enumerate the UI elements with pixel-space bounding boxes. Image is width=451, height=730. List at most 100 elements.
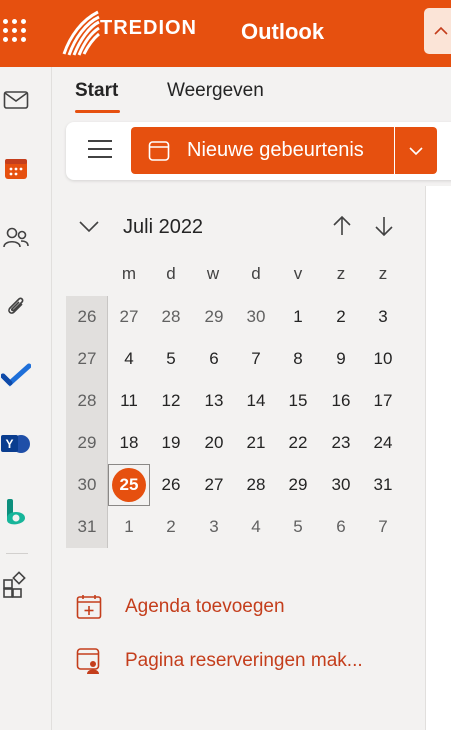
rail-item-people[interactable] xyxy=(0,217,32,257)
header-action-button[interactable] xyxy=(424,8,451,54)
day-cell[interactable]: 9 xyxy=(320,338,362,380)
chevron-up-icon xyxy=(434,26,448,35)
day-cell[interactable]: 28 xyxy=(150,296,192,338)
rail-item-more-apps[interactable] xyxy=(0,565,32,605)
app-title[interactable]: Outlook xyxy=(241,19,324,45)
weekday-label: w xyxy=(206,264,220,283)
bookings-icon xyxy=(7,499,25,525)
todo-icon xyxy=(1,363,31,387)
day-cell[interactable]: 27 xyxy=(193,464,235,506)
day-cell[interactable]: 13 xyxy=(193,380,235,422)
day-cell[interactable]: 23 xyxy=(320,422,362,464)
day-cell[interactable]: 14 xyxy=(235,380,277,422)
weekday-label: d xyxy=(251,264,261,283)
day-cell[interactable]: 11 xyxy=(108,380,150,422)
day-cell[interactable]: 22 xyxy=(277,422,319,464)
tab-weergeven[interactable]: Weergeven xyxy=(167,80,264,102)
day-cell[interactable]: 31 xyxy=(362,464,404,506)
calendar-icon xyxy=(148,140,170,162)
left-rail: Y xyxy=(0,67,52,730)
day-cell[interactable]: 24 xyxy=(362,422,404,464)
day-cell[interactable]: 2 xyxy=(320,296,362,338)
new-event-dropdown-button[interactable] xyxy=(395,127,437,174)
calendar-person-icon xyxy=(75,647,103,675)
add-calendar-link[interactable]: Agenda toevoegen xyxy=(75,593,285,621)
paperclip-icon xyxy=(8,297,24,314)
previous-month-icon[interactable] xyxy=(331,214,353,238)
day-cell[interactable]: 29 xyxy=(193,296,235,338)
day-cell[interactable]: 1 xyxy=(277,296,319,338)
day-cell[interactable]: 18 xyxy=(108,422,150,464)
rail-item-calendar[interactable] xyxy=(0,149,32,189)
next-month-icon[interactable] xyxy=(373,214,395,238)
day-cell[interactable]: 1 xyxy=(108,506,150,548)
day-cell[interactable]: 30 xyxy=(320,464,362,506)
day-cell[interactable]: 19 xyxy=(150,422,192,464)
day-cell[interactable]: 21 xyxy=(235,422,277,464)
collapse-chevron-icon[interactable] xyxy=(78,216,100,236)
day-cell[interactable]: 17 xyxy=(362,380,404,422)
week-number: 28 xyxy=(77,391,97,410)
new-event-label: Nieuwe gebeurtenis xyxy=(187,139,364,161)
calendar-week-row: 28 11 12 13 14 15 16 17 xyxy=(66,380,426,422)
more-apps-icon xyxy=(3,571,26,598)
day-cell[interactable]: 10 xyxy=(362,338,404,380)
day-cell[interactable]: 15 xyxy=(277,380,319,422)
chevron-down-icon xyxy=(409,146,423,155)
day-cell[interactable]: 7 xyxy=(362,506,404,548)
tab-start-underline xyxy=(75,110,120,113)
today-indicator: 25 xyxy=(112,468,146,502)
week-number: 29 xyxy=(77,433,97,452)
weekday-label: z xyxy=(336,264,346,283)
day-cell[interactable]: 30 xyxy=(235,296,277,338)
day-cell-today[interactable]: 25 xyxy=(108,464,150,506)
calendar-week-row: 26 27 28 29 30 1 2 3 xyxy=(66,296,426,338)
top-header: TREDION Outlook xyxy=(0,0,451,67)
day-cell[interactable]: 3 xyxy=(362,296,404,338)
week-number: 31 xyxy=(77,517,97,536)
day-cell[interactable]: 12 xyxy=(150,380,192,422)
calendar-week-row: 31 1 2 3 4 5 6 7 xyxy=(66,506,426,548)
rail-item-mail[interactable] xyxy=(0,80,32,120)
day-cell[interactable]: 29 xyxy=(277,464,319,506)
day-cell[interactable]: 8 xyxy=(277,338,319,380)
day-cell[interactable]: 28 xyxy=(235,464,277,506)
week-number: 27 xyxy=(77,349,97,368)
day-cell[interactable]: 4 xyxy=(235,506,277,548)
rail-item-todo[interactable] xyxy=(0,355,32,395)
yammer-icon: Y xyxy=(1,435,30,453)
app-launcher-icon[interactable] xyxy=(2,18,28,44)
day-cell[interactable]: 3 xyxy=(193,506,235,548)
day-cell[interactable]: 5 xyxy=(277,506,319,548)
day-cell[interactable]: 26 xyxy=(150,464,192,506)
weekday-label: m xyxy=(121,264,137,283)
booking-page-label: Pagina reserveringen mak... xyxy=(125,650,363,671)
day-cell[interactable]: 4 xyxy=(108,338,150,380)
day-cell[interactable]: 7 xyxy=(235,338,277,380)
month-label[interactable]: Juli 2022 xyxy=(123,216,203,239)
add-calendar-label: Agenda toevoegen xyxy=(125,596,285,617)
new-event-button[interactable]: Nieuwe gebeurtenis xyxy=(131,127,394,174)
day-cell[interactable]: 20 xyxy=(193,422,235,464)
rail-item-files[interactable] xyxy=(0,286,32,326)
tab-start[interactable]: Start xyxy=(75,80,118,102)
week-number: 26 xyxy=(77,307,97,326)
main-pane-edge xyxy=(425,186,451,730)
rail-item-yammer[interactable]: Y xyxy=(0,424,32,464)
rail-item-bookings[interactable] xyxy=(0,493,32,533)
calendar-week-row: 29 18 19 20 21 22 23 24 xyxy=(66,422,426,464)
day-cell[interactable]: 6 xyxy=(320,506,362,548)
booking-page-link[interactable]: Pagina reserveringen mak... xyxy=(75,647,363,675)
mail-icon xyxy=(3,91,29,109)
day-cell[interactable]: 6 xyxy=(193,338,235,380)
brand-name: TREDION xyxy=(100,17,197,39)
weekday-header: m d w d v z z xyxy=(108,264,426,286)
day-cell[interactable]: 5 xyxy=(150,338,192,380)
hamburger-menu-icon[interactable] xyxy=(88,140,114,162)
day-cell[interactable]: 16 xyxy=(320,380,362,422)
rail-separator xyxy=(6,553,28,554)
week-number: 30 xyxy=(77,475,97,494)
calendar-week-row: 27 4 5 6 7 8 9 10 xyxy=(66,338,426,380)
day-cell[interactable]: 27 xyxy=(108,296,150,338)
day-cell[interactable]: 2 xyxy=(150,506,192,548)
